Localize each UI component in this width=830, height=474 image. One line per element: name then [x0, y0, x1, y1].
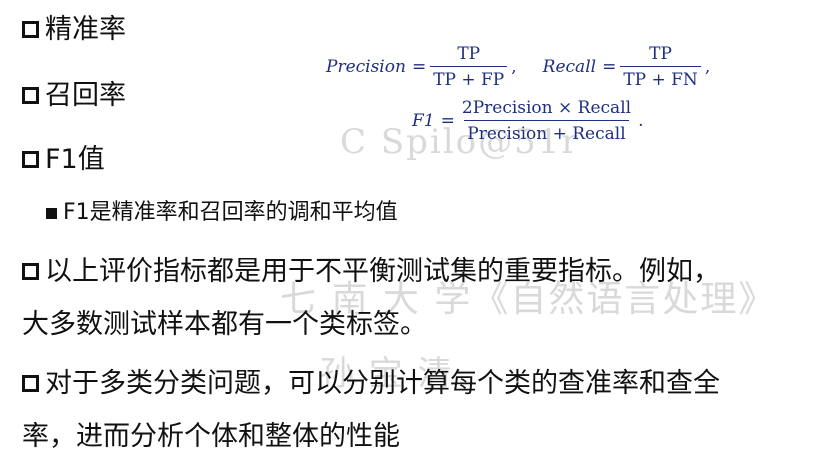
sub-bullet-label: F1是精准率和召回率的调和平均值 — [63, 200, 398, 225]
paragraph-line: 以上评价指标都是用于不平衡测试集的重要指标。例如， — [45, 255, 720, 287]
fraction-numerator: TP — [457, 44, 481, 64]
bullet-precision: 精准率 — [22, 16, 126, 43]
recall-fraction: TP TP + FN — [620, 44, 701, 90]
hollow-square-bullet-icon — [22, 151, 39, 168]
bullet-label: 精准率 — [45, 14, 126, 45]
formula-lhs: F1 — [412, 111, 435, 131]
formula-f1: F1 = 2Precision × Recall Precision + Rec… — [412, 98, 643, 144]
paragraph-multiclass: 对于多类分类问题，可以分别计算每个类的查准率和查全 率，进而分析个体和整体的性能 — [22, 368, 720, 451]
slide: C Spilo@51r 七 南 大 学《自然语言处理》 孙 宝 清 精准率 召回… — [0, 0, 830, 474]
paragraph-line: 对于多类分类问题，可以分别计算每个类的查准率和查全 — [45, 367, 720, 399]
fraction-denominator: TP + FN — [620, 66, 701, 90]
filled-square-bullet-icon — [46, 207, 57, 219]
fraction-numerator: TP — [649, 44, 672, 64]
comma: , — [511, 57, 517, 77]
formula-lhs: Precision — [326, 57, 406, 77]
bullet-label: F1值 — [45, 144, 105, 175]
hollow-square-bullet-icon — [22, 21, 39, 38]
precision-fraction: TP TP + FP — [430, 44, 508, 90]
bullet-label: 召回率 — [45, 80, 126, 111]
comma: , — [704, 57, 711, 77]
formula-lhs: Recall — [542, 57, 597, 77]
bullet-recall: 召回率 — [22, 82, 126, 109]
paragraph-line: 大多数测试样本都有一个类标签。 — [22, 308, 427, 340]
period: . — [638, 111, 644, 131]
fraction-numerator: 2Precision × Recall — [461, 98, 632, 118]
hollow-square-bullet-icon — [22, 374, 39, 392]
equals-sign: = — [602, 57, 617, 77]
fraction-denominator: Precision + Recall — [464, 120, 629, 144]
sub-bullet-f1-definition: F1是精准率和召回率的调和平均值 — [46, 202, 398, 224]
hollow-square-bullet-icon — [22, 262, 39, 280]
paragraph-line: 率，进而分析个体和整体的性能 — [22, 420, 400, 452]
equals-sign: = — [411, 57, 427, 77]
equals-sign: = — [440, 111, 455, 131]
paragraph-imbalanced-metrics: 以上评价指标都是用于不平衡测试集的重要指标。例如， 大多数测试样本都有一个类标签… — [22, 256, 720, 339]
fraction-denominator: TP + FP — [430, 66, 508, 90]
hollow-square-bullet-icon — [22, 87, 39, 104]
f1-fraction: 2Precision × Recall Precision + Recall — [459, 98, 634, 144]
formula-precision-recall: Precision = TP TP + FP , Recall = TP TP … — [326, 44, 710, 90]
bullet-f1: F1值 — [22, 146, 105, 173]
